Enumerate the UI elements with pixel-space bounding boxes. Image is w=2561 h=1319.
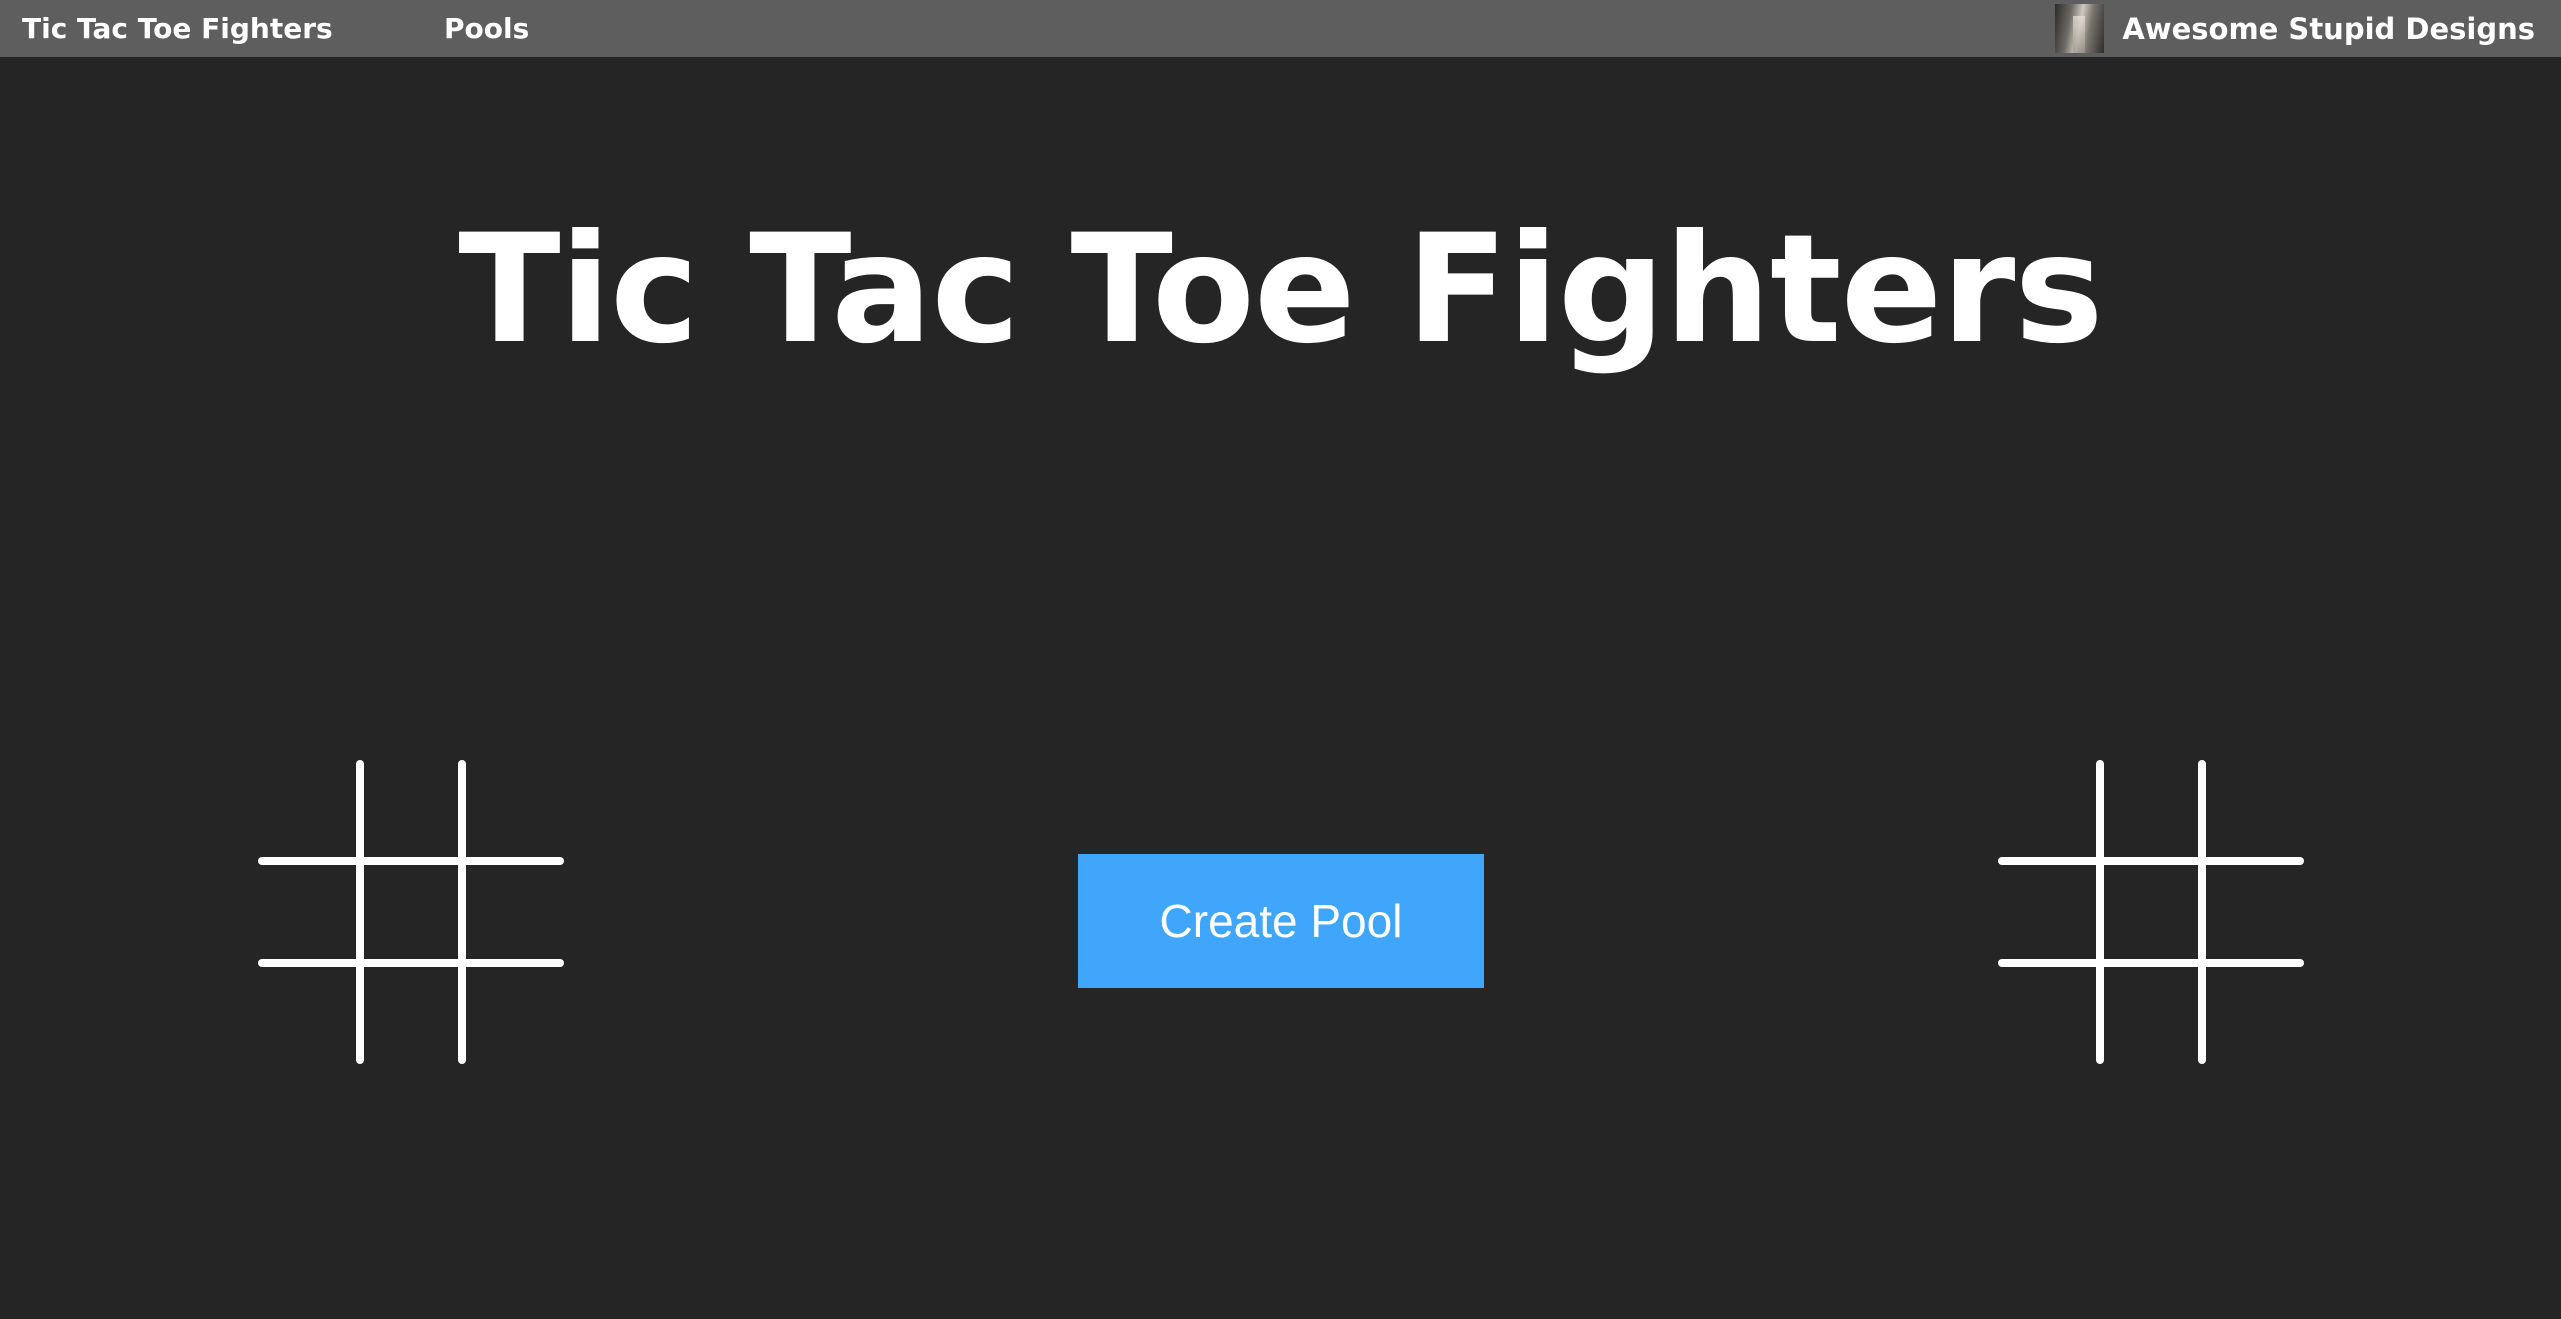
nav-link-pools[interactable]: Pools bbox=[444, 0, 529, 57]
user-name[interactable]: Awesome Stupid Designs bbox=[2122, 12, 2535, 46]
tic-tac-toe-grid-icon bbox=[258, 760, 564, 1064]
brand-link[interactable]: Tic Tac Toe Fighters bbox=[22, 0, 333, 57]
avatar[interactable] bbox=[2055, 4, 2105, 53]
tic-tac-toe-grid-icon bbox=[1998, 760, 2304, 1064]
top-navbar: Tic Tac Toe Fighters Pools Awesome Stupi… bbox=[0, 0, 2561, 57]
page-title: Tic Tac Toe Fighters bbox=[458, 203, 2103, 377]
user-menu[interactable]: Awesome Stupid Designs bbox=[2055, 0, 2535, 57]
create-pool-button[interactable]: Create Pool bbox=[1078, 854, 1484, 988]
